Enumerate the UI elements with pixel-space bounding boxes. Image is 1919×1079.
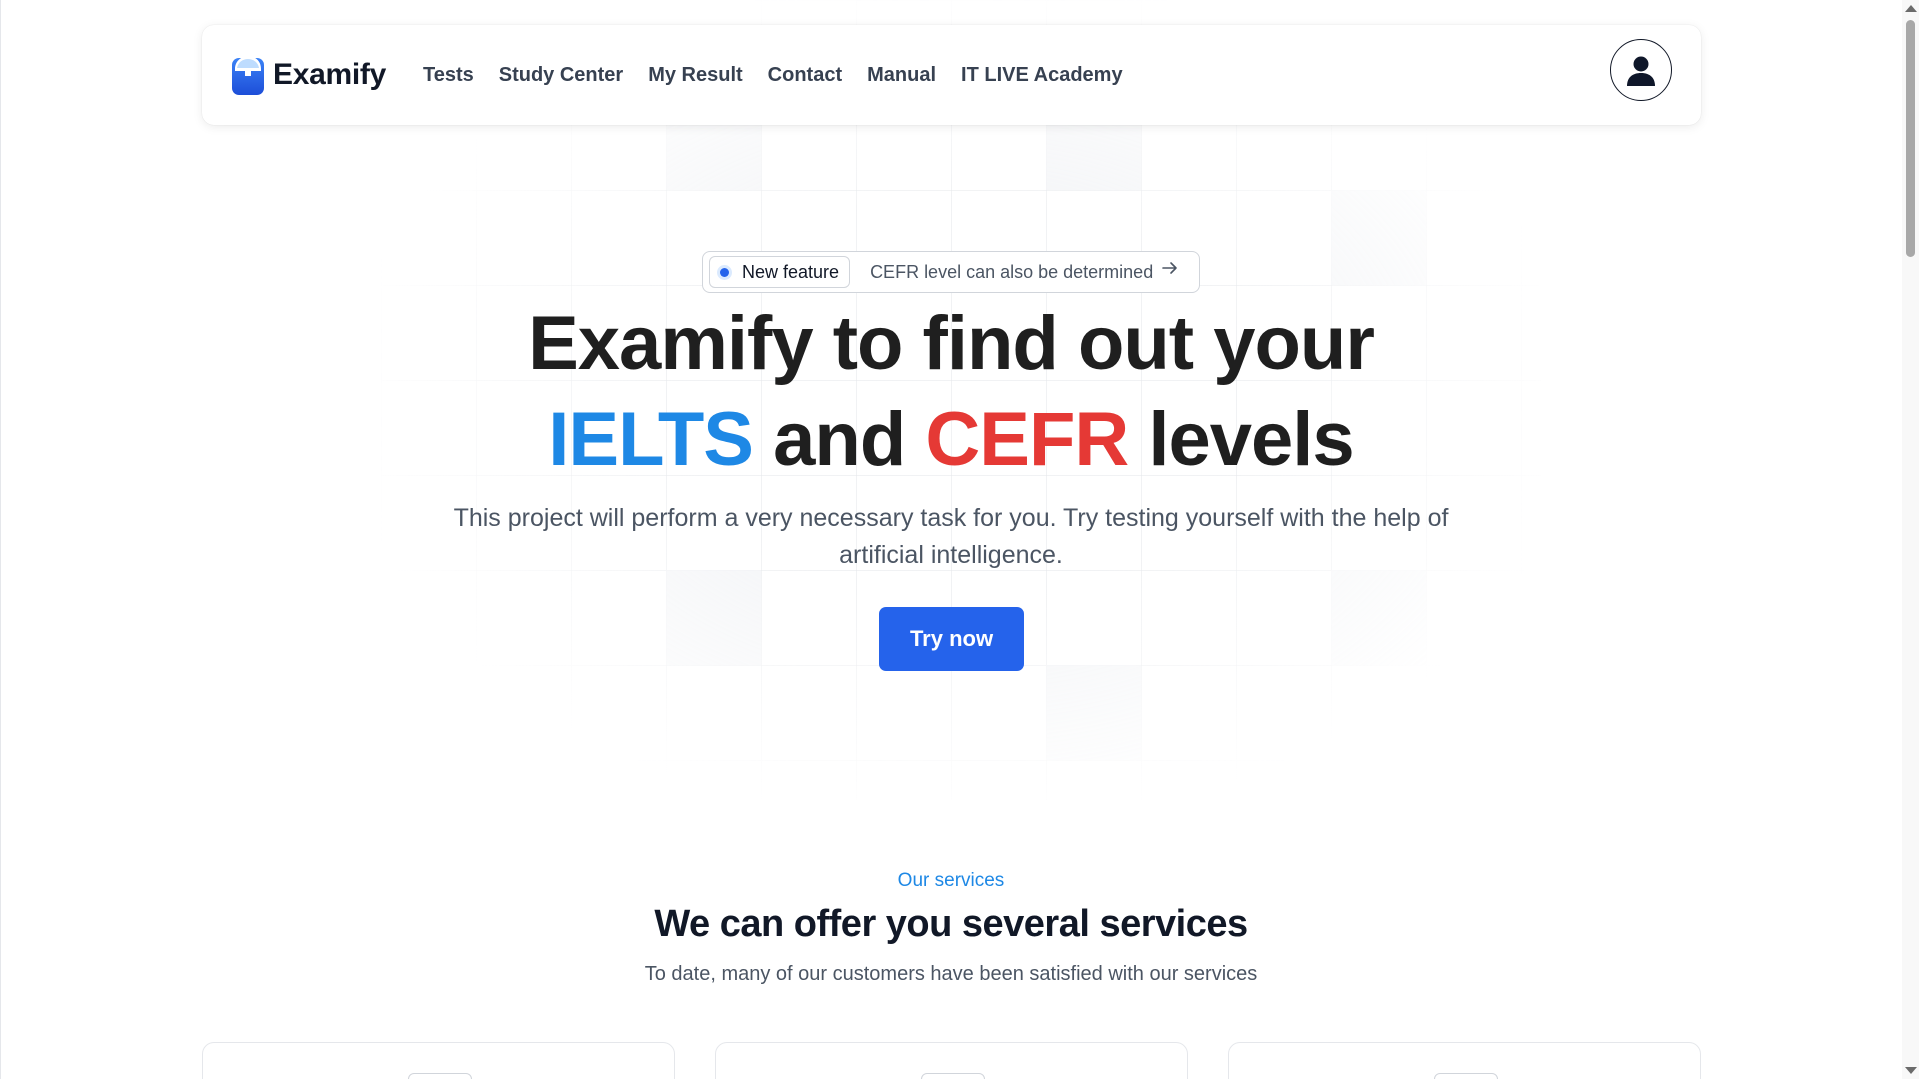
nav-link-tests[interactable]: Tests bbox=[423, 64, 474, 87]
user-icon bbox=[1627, 56, 1655, 86]
new-feature-text: CEFR level can also be determined bbox=[870, 261, 1154, 282]
nav-link-contact[interactable]: Contact bbox=[768, 64, 842, 87]
arrow-right-icon bbox=[1161, 259, 1179, 282]
dot-icon bbox=[720, 267, 729, 277]
brand-name: Examify bbox=[273, 58, 386, 91]
service-card[interactable] bbox=[1228, 1042, 1701, 1079]
service-icon bbox=[1433, 1073, 1498, 1079]
try-now-button[interactable]: Try now bbox=[879, 607, 1024, 671]
nav-link-study-center[interactable]: Study Center bbox=[499, 64, 623, 87]
services-subtitle: To date, many of our customers have been… bbox=[644, 963, 1258, 985]
hero-title-line1: Examify to find out your bbox=[528, 301, 1375, 386]
page: Examify Tests Study Center My Result Con… bbox=[0, 0, 1919, 1079]
scroll-up-arrow-icon[interactable] bbox=[1905, 5, 1917, 12]
hero-title-levels: levels bbox=[1148, 397, 1354, 482]
new-feature-label: New feature bbox=[742, 261, 840, 282]
scroll-thumb[interactable] bbox=[1906, 20, 1915, 257]
hero-subtitle: This project will perform a very necessa… bbox=[453, 504, 1449, 569]
vertical-scrollbar[interactable] bbox=[1902, 0, 1919, 1079]
grid-cell bbox=[666, 570, 761, 665]
examify-logo-icon bbox=[231, 54, 265, 96]
service-icon bbox=[407, 1073, 472, 1079]
nav-link-my-result[interactable]: My Result bbox=[648, 64, 742, 87]
service-card[interactable] bbox=[202, 1042, 675, 1079]
hero-title-cefr: CEFR bbox=[925, 397, 1129, 482]
new-feature-badge[interactable]: New feature CEFR level can also be deter… bbox=[702, 251, 1200, 293]
nav-links: Tests Study Center My Result Contact Man… bbox=[423, 64, 1148, 87]
grid-cell bbox=[1331, 190, 1426, 285]
scroll-down-arrow-icon[interactable] bbox=[1905, 1067, 1917, 1074]
service-card[interactable] bbox=[715, 1042, 1188, 1079]
service-icon bbox=[920, 1073, 985, 1079]
services-title: We can offer you several services bbox=[654, 903, 1248, 945]
nav-link-it-live-academy[interactable]: IT LIVE Academy bbox=[961, 64, 1123, 87]
navbar: Examify Tests Study Center My Result Con… bbox=[202, 25, 1701, 125]
nav-link-manual[interactable]: Manual bbox=[867, 64, 936, 87]
grid-cell bbox=[1046, 665, 1141, 760]
hero-title-ielts: IELTS bbox=[548, 397, 754, 482]
user-avatar-button[interactable] bbox=[1610, 39, 1672, 101]
grid-cell bbox=[1331, 570, 1426, 665]
hero-title-and: and bbox=[773, 397, 906, 482]
services-kicker: Our services bbox=[897, 870, 1005, 891]
grid-cell bbox=[381, 665, 476, 760]
hero-title: Examify to find out your IELTS and CEFR … bbox=[351, 296, 1551, 488]
new-feature-pill: New feature bbox=[709, 256, 851, 288]
brand-home-link[interactable]: Examify bbox=[231, 54, 386, 96]
